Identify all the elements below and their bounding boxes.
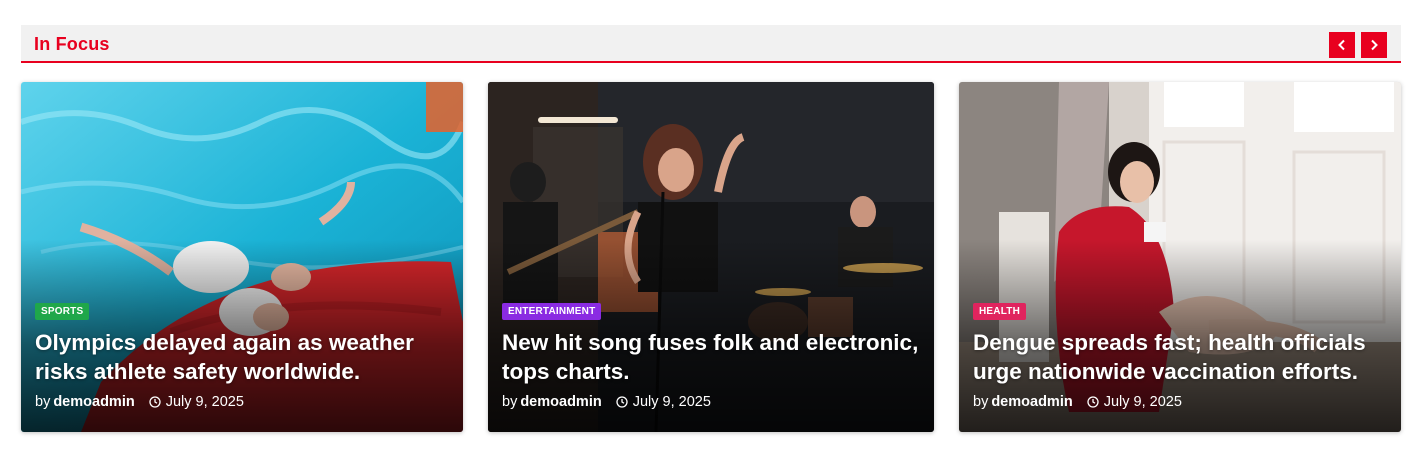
clock-icon	[149, 396, 161, 408]
card-meta: by demoadmin July 9, 2025	[973, 394, 1182, 410]
card-title[interactable]: Dengue spreads fast; health officials ur…	[973, 328, 1387, 386]
author-link[interactable]: demoadmin	[991, 394, 1072, 410]
chevron-right-icon	[1371, 39, 1378, 51]
card-title[interactable]: New hit song fuses folk and electronic, …	[502, 328, 920, 386]
category-badge[interactable]: ENTERTAINMENT	[502, 303, 602, 320]
chevron-left-icon	[1338, 39, 1345, 51]
card-meta: by demoadmin July 9, 2025	[35, 394, 244, 410]
news-card-sports[interactable]: SPORTS Olympics delayed again as weather…	[21, 82, 463, 432]
section-title: In Focus	[34, 34, 110, 54]
clock-icon	[1087, 396, 1099, 408]
news-card-health[interactable]: HEALTH Dengue spreads fast; health offic…	[959, 82, 1401, 432]
next-button[interactable]	[1361, 32, 1387, 58]
clock-icon	[616, 396, 628, 408]
card-meta: by demoadmin July 9, 2025	[502, 394, 711, 410]
date-link[interactable]: July 9, 2025	[1104, 394, 1182, 410]
author-link[interactable]: demoadmin	[520, 394, 601, 410]
by-label: by	[502, 394, 518, 410]
category-badge[interactable]: SPORTS	[35, 303, 90, 320]
news-card-entertainment[interactable]: ENTERTAINMENT New hit song fuses folk an…	[488, 82, 934, 432]
date-link[interactable]: July 9, 2025	[633, 394, 711, 410]
category-badge[interactable]: HEALTH	[973, 303, 1027, 320]
by-label: by	[35, 394, 51, 410]
author-link[interactable]: demoadmin	[53, 394, 134, 410]
section-header: In Focus	[21, 25, 1401, 63]
by-label: by	[973, 394, 989, 410]
date-link[interactable]: July 9, 2025	[166, 394, 244, 410]
prev-button[interactable]	[1329, 32, 1355, 58]
card-title[interactable]: Olympics delayed again as weather risks …	[35, 328, 449, 386]
